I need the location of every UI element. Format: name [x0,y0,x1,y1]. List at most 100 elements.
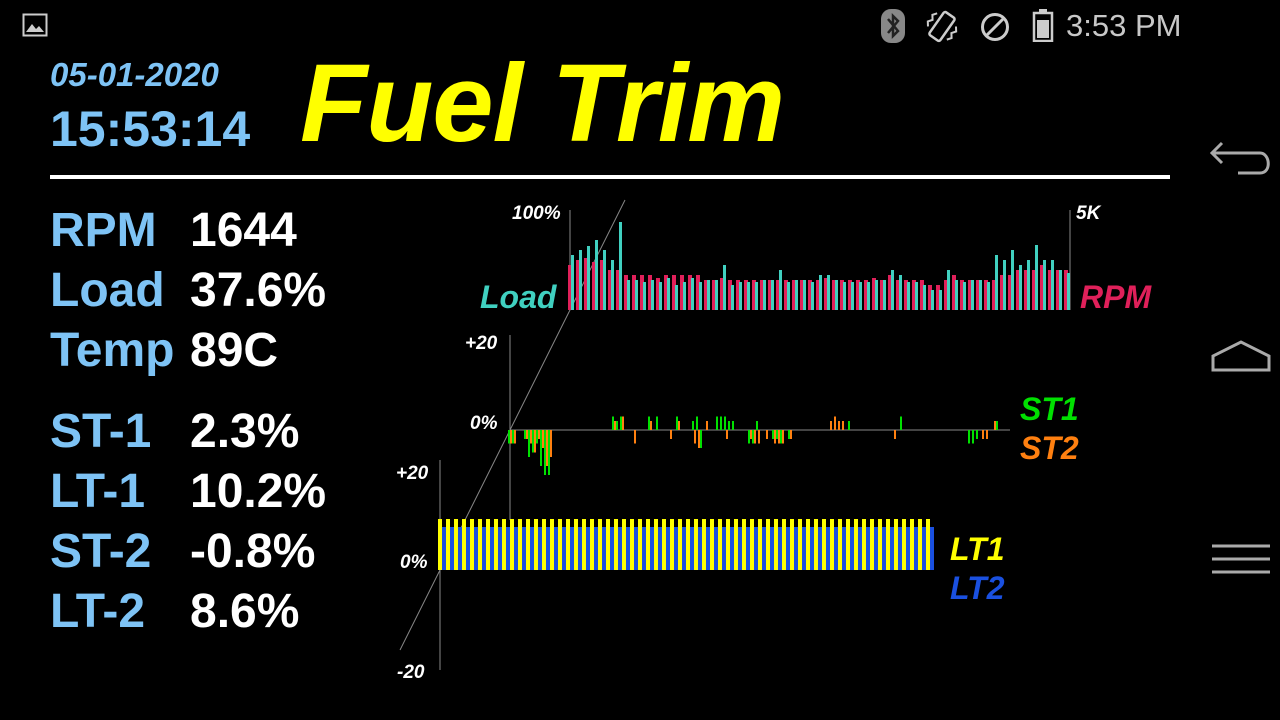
lt2-bar [594,527,598,570]
lt2-bar [906,527,910,570]
st1-bar [968,430,970,444]
lt1-bar [566,519,570,570]
back-icon[interactable] [1208,138,1276,180]
load-bar [1067,273,1070,310]
load-bar [955,280,958,310]
lt2-bar [698,527,702,570]
st2-bar [986,430,988,439]
lt2-bar [498,527,502,570]
st2-bar [758,430,760,444]
st1-bar [532,430,534,453]
load-bar [827,275,830,310]
load-bar [715,280,718,310]
load-bar [1003,260,1006,310]
load-bar [627,280,630,310]
lt1-bar [822,519,826,570]
st2-bar [750,430,752,439]
st1-bar [716,416,718,430]
lt1-bar [734,519,738,570]
legend-lt1: LT1 [950,531,1005,567]
st1-bar [732,421,734,430]
lt1-bar [654,519,658,570]
lt1-bar [742,519,746,570]
lt1-bar [886,519,890,570]
st1-bar [612,416,614,430]
st2-bar [534,430,536,453]
st2-bar [542,430,544,448]
lt1-bar [758,519,762,570]
lt2-bar [674,527,678,570]
load-bar [939,290,942,310]
load-bar [1027,260,1030,310]
load-bar [771,280,774,310]
lt1-bar [862,519,866,570]
st2-bar [706,421,708,430]
menu-icon[interactable] [1210,542,1272,576]
st2-bar [782,430,784,444]
st2-bar [774,430,776,444]
st1-bar [976,430,978,439]
st2-bar [994,421,996,430]
load-bar [947,270,950,310]
st1-bar [540,430,542,466]
st2-bar [650,421,652,430]
lt1-bar [518,519,522,570]
load-bar [931,290,934,310]
load-bar [691,278,694,310]
load-bar [755,282,758,310]
st1-bar [616,421,618,430]
st2-bar [838,421,840,430]
st1-bar [728,421,730,430]
lt2-bar [626,527,630,570]
load-bar [923,285,926,310]
lt1-bar [854,519,858,570]
load-bar [675,285,678,310]
st2-bar [614,421,616,430]
st1-bar [524,430,526,439]
lt2-bar [458,527,462,570]
lt1-bar [630,519,634,570]
lt2-bar [690,527,694,570]
lt1-bar [806,519,810,570]
lt2-bar [922,527,926,570]
lt2-bar [538,527,542,570]
lt1-bar [502,519,506,570]
st2-bar [754,430,756,444]
lt2-bar [778,527,782,570]
lt1-bar [694,519,698,570]
lt-tick-top: +20 [396,463,429,484]
lt-tick-bottom: -20 [397,662,425,683]
lt2-bar [466,527,470,570]
lt1-bar [590,519,594,570]
home-icon[interactable] [1208,338,1274,378]
lt1-bar [486,519,490,570]
lt1-bar [510,519,514,570]
load-bar [883,280,886,310]
lt2-bar [482,527,486,570]
st1-bar [748,430,750,444]
st1-bar [656,416,658,430]
lt1-bar [662,519,666,570]
lt1-bar [582,519,586,570]
st2-bar [622,416,624,430]
st2-bar [834,416,836,430]
short-term-trim-bars [508,416,998,475]
st1-bar [724,416,726,430]
load-bar [1011,250,1014,310]
lt2-bar [714,527,718,570]
load-bar [763,280,766,310]
lt1-bar [894,519,898,570]
lt2-bar [706,527,710,570]
st2-bar [830,421,832,430]
load-bar [571,255,574,310]
lt1-bar [782,519,786,570]
lt1-bar [462,519,466,570]
legend-st1: ST1 [1020,391,1079,427]
load-bar [843,282,846,310]
load-bar [867,282,870,310]
lt2-bar [522,527,526,570]
lt1-bar [686,519,690,570]
lt1-bar [614,519,618,570]
load-bar [899,275,902,310]
lt2-bar [450,527,454,570]
